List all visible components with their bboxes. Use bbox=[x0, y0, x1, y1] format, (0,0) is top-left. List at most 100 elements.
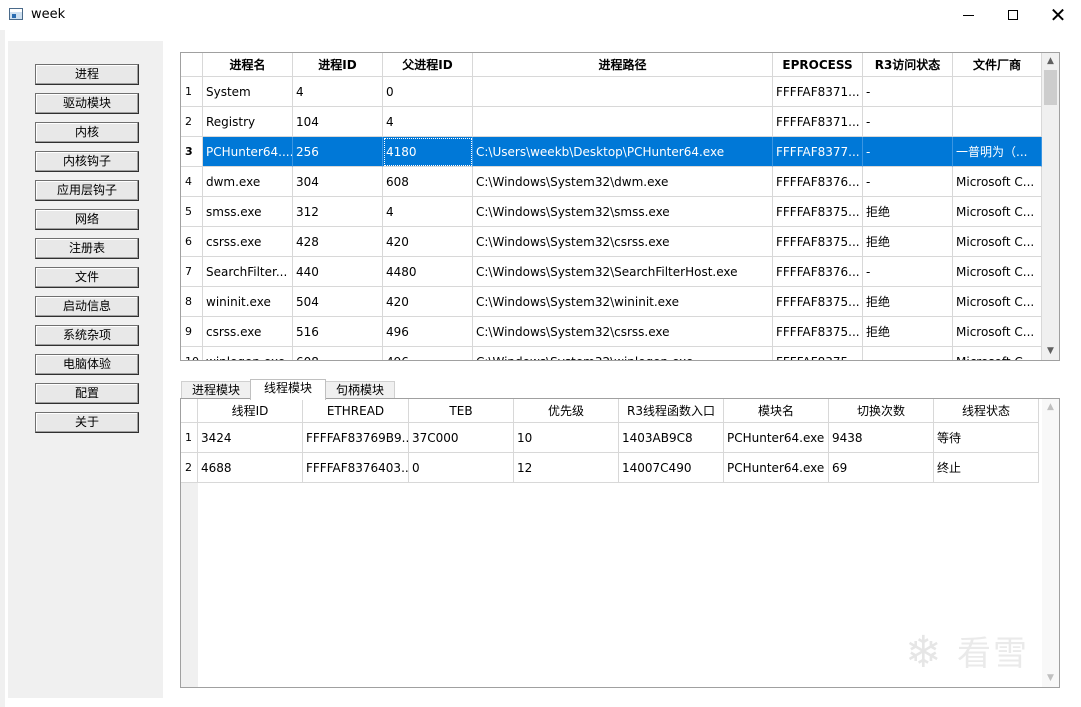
nav-button-files[interactable]: 文件 bbox=[35, 267, 139, 288]
cell-pid[interactable]: 504 bbox=[293, 287, 383, 317]
cell-switch-count[interactable]: 69 bbox=[829, 453, 934, 483]
nav-button-registry[interactable]: 注册表 bbox=[35, 238, 139, 259]
table-row[interactable]: 3 PCHunter64.... 256 4180 C:\Users\weekb\Des… bbox=[181, 137, 1042, 167]
cell-thread-state[interactable]: 等待 bbox=[934, 423, 1039, 453]
scroll-up-icon[interactable]: ▲ bbox=[1042, 53, 1059, 70]
cell-eprocess[interactable]: FFFFAF8375... bbox=[773, 317, 863, 347]
cell-process-name[interactable]: smss.exe bbox=[203, 197, 293, 227]
cell-teb[interactable]: 0 bbox=[409, 453, 514, 483]
cell-eprocess[interactable]: FFFFAF8375... bbox=[773, 347, 863, 360]
cell-eprocess[interactable]: FFFFAF8375... bbox=[773, 287, 863, 317]
scroll-down-icon[interactable]: ▼ bbox=[1042, 343, 1059, 360]
cell-r3-access[interactable]: 拒绝 bbox=[863, 197, 953, 227]
column-header[interactable]: 线程ID bbox=[198, 399, 303, 423]
cell-process-name[interactable]: wininit.exe bbox=[203, 287, 293, 317]
nav-button-startup[interactable]: 启动信息 bbox=[35, 296, 139, 317]
cell-ppid[interactable]: 420 bbox=[383, 287, 473, 317]
cell-r3-access[interactable]: - bbox=[863, 77, 953, 107]
cell-vendor[interactable]: Microsoft C... bbox=[953, 257, 1042, 287]
cell-eprocess[interactable]: FFFFAF8376... bbox=[773, 257, 863, 287]
cell-vendor[interactable]: Microsoft C... bbox=[953, 167, 1042, 197]
cell-path[interactable] bbox=[473, 107, 773, 137]
cell-r3-access[interactable]: - bbox=[863, 137, 953, 167]
cell-switch-count[interactable]: 9438 bbox=[829, 423, 934, 453]
cell-ppid[interactable]: 4480 bbox=[383, 257, 473, 287]
column-header[interactable]: 线程状态 bbox=[934, 399, 1039, 423]
nav-button-process[interactable]: 进程 bbox=[35, 64, 139, 85]
cell-r3-access[interactable]: 拒绝 bbox=[863, 317, 953, 347]
tab-thread-modules[interactable]: 线程模块 bbox=[250, 379, 326, 400]
cell-vendor[interactable]: Microsoft C... bbox=[953, 227, 1042, 257]
cell-path[interactable]: C:\Windows\System32\wininit.exe bbox=[473, 287, 773, 317]
cell-process-name[interactable]: SearchFilter... bbox=[203, 257, 293, 287]
cell-pid[interactable]: 312 bbox=[293, 197, 383, 227]
cell-vendor[interactable]: Microsoft C... bbox=[953, 287, 1042, 317]
cell-path[interactable]: C:\Windows\System32\winlogon.exe bbox=[473, 347, 773, 360]
column-header[interactable]: 文件厂商 bbox=[953, 53, 1042, 77]
minimize-button[interactable] bbox=[945, 0, 991, 30]
cell-eprocess[interactable]: FFFFAF8375... bbox=[773, 197, 863, 227]
table-row[interactable]: 9 csrss.exe 516 496 C:\Windows\System32\csrs… bbox=[181, 317, 1042, 347]
cell-ppid[interactable]: 496 bbox=[383, 347, 473, 360]
table-row[interactable]: 1 System 4 0 FFFFAF8371... - bbox=[181, 77, 1042, 107]
cell-path[interactable] bbox=[473, 77, 773, 107]
cell-module-name[interactable]: PCHunter64.exe bbox=[724, 423, 829, 453]
cell-vendor[interactable]: Microsoft C... bbox=[953, 197, 1042, 227]
cell-ppid[interactable]: 608 bbox=[383, 167, 473, 197]
table-row[interactable]: 1 3424 FFFFAF83769B9... 37C000 10 1403AB9C8 PC… bbox=[181, 423, 1039, 453]
column-header[interactable]: 进程ID bbox=[293, 53, 383, 77]
cell-process-name[interactable]: winlogon.exe bbox=[203, 347, 293, 360]
cell-path[interactable]: C:\Windows\System32\csrss.exe bbox=[473, 317, 773, 347]
column-header[interactable]: 父进程ID bbox=[383, 53, 473, 77]
cell-ppid[interactable]: 0 bbox=[383, 77, 473, 107]
process-table-scrollbar[interactable]: ▲ ▼ bbox=[1042, 53, 1059, 360]
cell-pid[interactable]: 516 bbox=[293, 317, 383, 347]
tab-handle-modules[interactable]: 句柄模块 bbox=[325, 381, 395, 399]
nav-button-driver-modules[interactable]: 驱动模块 bbox=[35, 93, 139, 114]
column-header[interactable]: R3访问状态 bbox=[863, 53, 953, 77]
cell-ppid[interactable]: 4180 bbox=[383, 137, 473, 167]
cell-module-name[interactable]: PCHunter64.exe bbox=[724, 453, 829, 483]
cell-ppid[interactable]: 420 bbox=[383, 227, 473, 257]
cell-vendor[interactable]: Microsoft C... bbox=[953, 347, 1042, 360]
cell-pid[interactable]: 4 bbox=[293, 77, 383, 107]
table-row[interactable]: 2 Registry 104 4 FFFFAF8371... - bbox=[181, 107, 1042, 137]
cell-process-name[interactable]: csrss.exe bbox=[203, 317, 293, 347]
scroll-up-icon[interactable]: ▲ bbox=[1042, 399, 1059, 416]
cell-ppid[interactable]: 4 bbox=[383, 107, 473, 137]
cell-pid[interactable]: 256 bbox=[293, 137, 383, 167]
cell-pid[interactable]: 428 bbox=[293, 227, 383, 257]
cell-process-name[interactable]: Registry bbox=[203, 107, 293, 137]
nav-button-config[interactable]: 配置 bbox=[35, 383, 139, 404]
cell-vendor[interactable] bbox=[953, 107, 1042, 137]
scroll-thumb[interactable] bbox=[1044, 70, 1057, 105]
cell-ethread[interactable]: FFFFAF83769B9... bbox=[303, 423, 409, 453]
column-header[interactable]: TEB bbox=[409, 399, 514, 423]
cell-path[interactable]: C:\Windows\System32\csrss.exe bbox=[473, 227, 773, 257]
cell-ethread[interactable]: FFFFAF8376403... bbox=[303, 453, 409, 483]
column-header[interactable]: 优先级 bbox=[514, 399, 619, 423]
cell-vendor[interactable]: Microsoft C... bbox=[953, 317, 1042, 347]
nav-button-kernel-hooks[interactable]: 内核钩子 bbox=[35, 151, 139, 172]
cell-r3-access[interactable]: - bbox=[863, 107, 953, 137]
cell-vendor[interactable] bbox=[953, 77, 1042, 107]
cell-r3-access[interactable]: - bbox=[863, 167, 953, 197]
cell-r3-access[interactable] bbox=[863, 347, 953, 360]
cell-path[interactable]: C:\Users\weekb\Desktop\PCHunter64.exe bbox=[473, 137, 773, 167]
nav-button-pc-experience[interactable]: 电脑体验 bbox=[35, 354, 139, 375]
nav-button-kernel[interactable]: 内核 bbox=[35, 122, 139, 143]
nav-button-system-misc[interactable]: 系统杂项 bbox=[35, 325, 139, 346]
table-row[interactable]: 7 SearchFilter... 440 4480 C:\Windows\System… bbox=[181, 257, 1042, 287]
cell-process-name[interactable]: PCHunter64.... bbox=[203, 137, 293, 167]
cell-r3-access[interactable]: 拒绝 bbox=[863, 287, 953, 317]
table-row[interactable]: 6 csrss.exe 428 420 C:\Windows\System32\csrs… bbox=[181, 227, 1042, 257]
cell-pid[interactable]: 304 bbox=[293, 167, 383, 197]
cell-ppid[interactable]: 496 bbox=[383, 317, 473, 347]
nav-button-about[interactable]: 关于 bbox=[35, 412, 139, 433]
column-header[interactable]: 模块名 bbox=[724, 399, 829, 423]
cell-path[interactable]: C:\Windows\System32\SearchFilterHost.exe bbox=[473, 257, 773, 287]
column-header[interactable]: 进程路径 bbox=[473, 53, 773, 77]
cell-thread-id[interactable]: 4688 bbox=[198, 453, 303, 483]
column-header[interactable]: 切换次数 bbox=[829, 399, 934, 423]
cell-process-name[interactable]: dwm.exe bbox=[203, 167, 293, 197]
